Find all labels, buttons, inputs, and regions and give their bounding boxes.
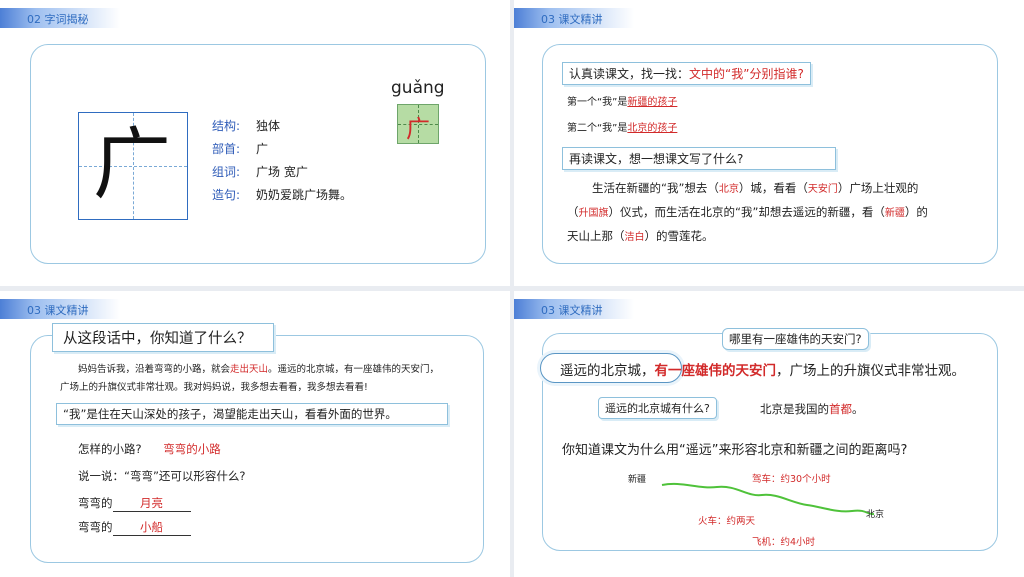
section-title: 03 课文精讲 <box>541 13 603 26</box>
text: ）仪式，而生活在北京的“我”却想去遥远的新疆，看（ <box>608 205 885 219</box>
section-header: 03 课文精讲 <box>514 8 714 28</box>
tianzige-grid: 广 <box>78 112 188 220</box>
answer-prefix: 第一个“我”是 <box>567 97 628 108</box>
route-line <box>661 482 875 516</box>
text: 妈妈告诉我，沿着弯弯的小路，就会 <box>78 364 231 375</box>
fill-answer: 新疆 <box>884 208 905 219</box>
text: ）城，看看（ <box>738 181 808 195</box>
fill-row: 弯弯的 小船 <box>78 519 191 536</box>
fill-answer: 月亮 <box>112 495 191 512</box>
summary-line-3: 天山上那（洁白）的雪莲花。 <box>567 228 714 244</box>
row-label: 部首: <box>212 142 241 156</box>
fill-answer: 天安门 <box>807 184 838 195</box>
question-text: 遥远的北京城有什么? <box>605 402 710 415</box>
summary-line-2: （升国旗）仪式，而生活在北京的“我”却想去遥远的新疆，看（新疆）的 <box>567 204 928 220</box>
row-value: 奶奶爱跳广场舞。 <box>256 188 353 202</box>
section-title: 03 课文精讲 <box>541 304 603 317</box>
text: 广场上的升旗仪式非常壮观。我对妈妈说，我多想去看看，我多想去看看! <box>60 382 368 393</box>
fill-row: 弯弯的 月亮 <box>78 495 191 512</box>
fill-prefix: 弯弯的 <box>78 496 113 510</box>
question-text: 说一说：“弯弯”还可以形容什么? <box>78 469 246 483</box>
question-row: 说一说：“弯弯”还可以形容什么? <box>78 468 246 484</box>
fill-answer: 升国旗 <box>578 208 609 219</box>
slide-discussion[interactable]: 03 课文精讲 哪里有一座雄伟的天安门? 遥远的北京城，有一座雄伟的天安门，广场… <box>514 291 1024 577</box>
row-label: 组词: <box>212 165 241 179</box>
highlight: 首都 <box>829 402 852 416</box>
question-text: 认真读课文，找一找： <box>569 67 690 81</box>
question-box: 遥远的北京城有什么? <box>598 397 717 419</box>
plane-time: 飞机：约4小时 <box>752 537 816 548</box>
answer-1: 第一个“我”是新疆的孩子 <box>567 93 677 108</box>
answer-value: 新疆的孩子 <box>627 97 678 108</box>
question-row: 怎样的小路? 弯弯的小路 <box>78 441 221 457</box>
text: 遥远的北京城， <box>560 363 655 379</box>
question-box-1: 认真读课文，找一找：文中的“我”分别指谁? <box>562 62 811 85</box>
info-row: 造句: 奶奶爱跳广场舞。 <box>212 186 352 203</box>
text: ）的 <box>904 205 928 219</box>
info-row: 组词: 广场 宽广 <box>212 163 308 180</box>
big-character: 广 <box>93 120 172 210</box>
question-text: 怎样的小路? <box>78 442 142 456</box>
section-header: 03 课文精讲 <box>514 299 714 319</box>
question-box-2: 再读课文，想一想课文写了什么? <box>562 147 836 170</box>
map-end-label: 北京 <box>866 510 885 520</box>
row-label: 结构: <box>212 119 241 133</box>
row-value: 广 <box>256 142 269 156</box>
car-time: 驾车：约30个小时 <box>752 474 831 485</box>
passage-line-1: 妈妈告诉我，沿着弯弯的小路，就会走出天山。遥远的北京城，有一座雄伟的天安门， <box>78 361 439 375</box>
text: 生活在新疆的“我”想去（ <box>592 181 719 195</box>
small-character-box: 广 <box>397 104 439 144</box>
text: ，广场上的升旗仪式非常壮观。 <box>776 363 965 379</box>
question-highlight: 文中的“我”分别指谁? <box>689 67 804 81</box>
row-value: 独体 <box>256 119 281 133</box>
section-title: 02 字词揭秘 <box>27 13 89 26</box>
title-text: 从这段话中，你知道了什么？ <box>63 331 252 347</box>
fill-prefix: 弯弯的 <box>78 520 113 534</box>
small-character: 广 <box>406 115 430 143</box>
text: 天山上那（ <box>567 229 625 243</box>
discussion-question: 你知道课文为什么用“遥远”来形容北京和新疆之间的距离吗? <box>562 439 907 458</box>
answer-value: 北京的孩子 <box>627 123 678 134</box>
fill-answer: 北京 <box>718 184 739 195</box>
title-box: 从这段话中，你知道了什么？ <box>52 323 274 352</box>
train-time: 火车：约两天 <box>698 516 756 527</box>
speech-bubble: 哪里有一座雄伟的天安门? <box>722 328 869 350</box>
question-text: 你知道课文为什么用“遥远”来形容北京和新疆之间的距离吗? <box>562 443 908 458</box>
highlight: 走出天山 <box>230 364 269 375</box>
section-header: 03 课文精讲 <box>0 299 200 319</box>
slide-reading[interactable]: 03 课文精讲 认真读课文，找一找：文中的“我”分别指谁? 第一个“我”是新疆的… <box>514 0 1024 286</box>
question-text: 再读课文，想一想课文写了什么? <box>569 152 744 166</box>
info-row: 部首: 广 <box>212 140 268 157</box>
text: （ <box>567 205 579 219</box>
text: 。 <box>852 402 864 416</box>
text: ）广场上壮观的 <box>837 181 919 195</box>
info-row: 结构: 独体 <box>212 117 280 134</box>
highlight: 有一座雄伟的天安门 <box>654 363 777 379</box>
answer-text: 弯弯的小路 <box>163 442 221 456</box>
summary-line-1: 生活在新疆的“我”想去（北京）城，看看（天安门）广场上壮观的 <box>592 180 918 196</box>
section-header: 02 字词揭秘 <box>0 8 200 28</box>
section-title: 03 课文精讲 <box>27 304 89 317</box>
slide-analysis[interactable]: 03 课文精讲 从这段话中，你知道了什么？ 妈妈告诉我，沿着弯弯的小路，就会走出… <box>0 291 510 577</box>
answer-prefix: 第二个“我”是 <box>567 123 628 134</box>
bubble-text: 哪里有一座雄伟的天安门? <box>729 332 862 346</box>
answer-text: “我”是住在天山深处的孩子，渴望能走出天山，看看外面的世界。 <box>63 407 397 421</box>
row-value: 广场 宽广 <box>256 165 308 179</box>
answer-box: “我”是住在天山深处的孩子，渴望能走出天山，看看外面的世界。 <box>56 403 448 425</box>
text: ）的雪莲花。 <box>644 229 714 243</box>
answer-2: 第二个“我”是北京的孩子 <box>567 119 677 134</box>
fact-line: 北京是我国的首都。 <box>760 401 864 417</box>
fill-answer: 小船 <box>112 519 191 536</box>
map-start-label: 新疆 <box>628 475 647 485</box>
passage-line-2: 广场上的升旗仪式非常壮观。我对妈妈说，我多想去看看，我多想去看看! <box>60 379 368 393</box>
row-label: 造句: <box>212 188 241 202</box>
fill-answer: 洁白 <box>624 232 645 243</box>
main-sentence: 遥远的北京城，有一座雄伟的天安门，广场上的升旗仪式非常壮观。 <box>560 359 965 379</box>
text: 北京是我国的 <box>760 402 829 416</box>
text: 。遥远的北京城，有一座雄伟的天安门， <box>268 364 440 375</box>
slide-character[interactable]: 02 字词揭秘 广 guǎng 广 结构: 独体 部首: 广 组词: 广场 宽广 造句… <box>0 0 510 286</box>
pinyin: guǎng <box>391 78 445 98</box>
